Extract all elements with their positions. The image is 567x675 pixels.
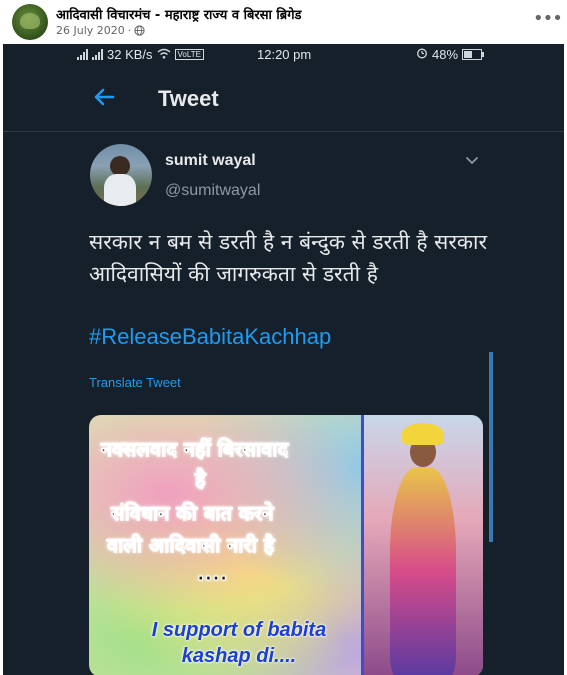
translate-tweet-link[interactable]: Translate Tweet (89, 375, 181, 390)
status-left: 32 KB/s VoLTE (77, 47, 204, 62)
post-date[interactable]: 26 July 2020 (56, 24, 125, 37)
battery-percent: 48% (432, 47, 459, 62)
facebook-post-header: आदिवासी विचारमंच - महाराष्ट्र राज्य व बि… (0, 0, 567, 44)
tweet-topbar: Tweet (3, 66, 564, 132)
hashtag-link[interactable]: #ReleaseBabitaKachhap (89, 324, 331, 350)
alarm-icon (416, 47, 428, 62)
tweet-media-image[interactable]: नक्सलवाद नहीं बिरसावाद है संविधान की बात… (89, 415, 483, 675)
page-avatar[interactable] (12, 4, 48, 40)
network-speed: 32 KB/s (107, 47, 153, 62)
media-text-line: वाली आदिवासी नारी है (106, 533, 275, 558)
chevron-down-icon[interactable] (464, 152, 482, 170)
status-bar: 32 KB/s VoLTE 12:20 pm 48% (3, 44, 564, 66)
photo-dress (390, 467, 456, 675)
media-text-line: संविधान की बात करने (110, 501, 274, 526)
battery-icon (462, 49, 485, 60)
status-time: 12:20 pm (257, 47, 312, 62)
signal-icon (77, 49, 88, 60)
volte-badge: VoLTE (174, 49, 204, 60)
woman-photo (361, 415, 483, 675)
display-name[interactable]: sumit wayal (165, 152, 256, 170)
signal-icon (92, 49, 103, 60)
scroll-indicator (489, 352, 493, 542)
tweet-screenshot: 32 KB/s VoLTE 12:20 pm 48% Tweet sumit w… (3, 44, 564, 675)
avatar-head (110, 156, 130, 176)
user-handle[interactable]: @sumitwayal (165, 182, 260, 200)
status-right: 48% (416, 47, 485, 62)
tweet-text: सरकार न बम से डरती है न बंन्दुक से डरती … (89, 230, 488, 286)
media-text-line: नक्सलवाद नहीं बिरसावाद (100, 437, 289, 462)
avatar[interactable] (90, 144, 152, 206)
more-dots-icon[interactable]: ••• (533, 10, 563, 30)
wifi-icon (157, 47, 171, 62)
post-meta: 26 July 2020 · (56, 24, 145, 37)
page-title: Tweet (158, 86, 219, 111)
arrow-left-icon[interactable] (91, 84, 121, 112)
support-text: I support of babita kashap di.... (151, 619, 327, 667)
page-name-link[interactable]: आदिवासी विचारमंच - महाराष्ट्र राज्य व बि… (56, 5, 301, 23)
globe-icon (134, 25, 145, 36)
media-text-line: है (195, 467, 207, 492)
media-text-line: .... (196, 561, 228, 586)
avatar-body (104, 174, 136, 206)
photo-turban (402, 423, 444, 445)
meta-separator: · (127, 24, 132, 37)
